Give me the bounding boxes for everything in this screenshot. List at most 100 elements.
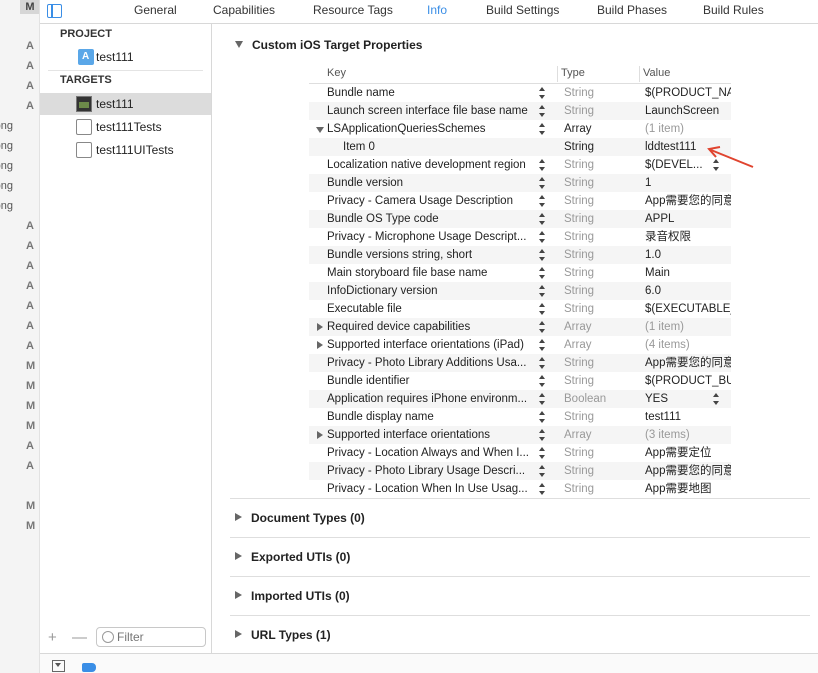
plist-row[interactable]: Item 0 String lddtest111 [309, 138, 731, 156]
plist-row[interactable]: Privacy - Location When In Use Usag... St… [309, 480, 731, 498]
file-strip-row[interactable]: A [0, 216, 39, 236]
plist-value[interactable]: App需要您的同意 [645, 354, 731, 372]
file-strip-row[interactable]: M [0, 496, 39, 516]
exported-utis-header[interactable]: Exported UTIs (0) [235, 550, 350, 564]
key-popup-chevron-icon[interactable] [539, 231, 547, 243]
plist-row[interactable]: Supported interface orientations Array (3 … [309, 426, 731, 444]
plist-row[interactable]: Bundle display name String test111 [309, 408, 731, 426]
plist-type[interactable]: String [564, 264, 594, 282]
add-target-button[interactable]: + [48, 629, 57, 646]
file-strip-row[interactable]: M [0, 356, 39, 376]
plist-row[interactable]: Bundle name String $(PRODUCT_NA [309, 84, 731, 102]
url-types-header[interactable]: URL Types (1) [235, 628, 331, 642]
plist-type[interactable]: String [564, 354, 594, 372]
key-popup-chevron-icon[interactable] [539, 447, 547, 459]
disclosure-closed-icon[interactable] [317, 323, 323, 331]
plist-row[interactable]: Application requires iPhone environm... B… [309, 390, 731, 408]
plist-row[interactable]: Localization native development region St… [309, 156, 731, 174]
file-strip-row[interactable]: A [0, 316, 39, 336]
key-popup-chevron-icon[interactable] [539, 465, 547, 477]
plist-type[interactable]: String [564, 300, 594, 318]
plist-type[interactable]: String [564, 480, 594, 498]
value-popup-chevron-icon[interactable] [713, 393, 721, 405]
file-strip-row[interactable]: A [0, 96, 39, 116]
plist-value[interactable]: $(EXECUTABLE_ [645, 300, 731, 318]
key-popup-chevron-icon[interactable] [539, 267, 547, 279]
file-strip-row[interactable]: A [0, 56, 39, 76]
plist-row[interactable]: Launch screen interface file base name St… [309, 102, 731, 120]
file-strip-row[interactable]: A [0, 296, 39, 316]
key-popup-chevron-icon[interactable] [539, 303, 547, 315]
file-strip-row[interactable]: M [0, 516, 39, 536]
key-popup-chevron-icon[interactable] [539, 87, 547, 99]
sidebar-item-target-uitests[interactable]: test111UITests [40, 139, 211, 161]
plist-row[interactable]: Bundle version String 1 [309, 174, 731, 192]
plist-value[interactable]: test111 [645, 408, 731, 426]
plist-type[interactable]: String [564, 246, 594, 264]
key-popup-chevron-icon[interactable] [539, 249, 547, 261]
file-strip-row[interactable]: 5.png [0, 156, 39, 176]
hide-debug-area-icon[interactable] [52, 660, 65, 672]
key-popup-chevron-icon[interactable] [539, 321, 547, 333]
plist-type[interactable]: String [564, 282, 594, 300]
tab-build-phases[interactable]: Build Phases [597, 3, 667, 17]
plist-type[interactable]: String [564, 102, 594, 120]
plist-value[interactable]: (1 item) [645, 318, 731, 336]
plist-row[interactable]: Privacy - Photo Library Additions Usa...… [309, 354, 731, 372]
plist-value[interactable]: $(PRODUCT_BU [645, 372, 731, 390]
filter-field[interactable] [96, 627, 206, 647]
plist-value[interactable]: (1 item) [645, 120, 731, 138]
plist-row[interactable]: Supported interface orientations (iPad) A… [309, 336, 731, 354]
key-popup-chevron-icon[interactable] [539, 159, 547, 171]
file-strip-row[interactable]: M [0, 416, 39, 436]
plist-value[interactable]: 6.0 [645, 282, 731, 300]
plist-row[interactable]: Privacy - Photo Library Usage Descri... S… [309, 462, 731, 480]
custom-properties-header[interactable]: Custom iOS Target Properties [235, 38, 422, 52]
key-popup-chevron-icon[interactable] [539, 393, 547, 405]
remove-target-button[interactable]: — [72, 629, 87, 646]
document-types-header[interactable]: Document Types (0) [235, 511, 365, 525]
plist-type[interactable]: String [564, 228, 594, 246]
plist-type[interactable]: Array [564, 426, 591, 444]
file-strip-row[interactable]: M [0, 376, 39, 396]
key-popup-chevron-icon[interactable] [539, 429, 547, 441]
key-popup-chevron-icon[interactable] [539, 123, 547, 135]
file-strip-row[interactable]: A [0, 336, 39, 356]
filter-input[interactable] [117, 630, 201, 644]
file-strip-row[interactable]: A [0, 256, 39, 276]
plist-value[interactable]: 1 [645, 174, 731, 192]
key-popup-chevron-icon[interactable] [539, 105, 547, 117]
file-strip-row[interactable]: A [0, 276, 39, 296]
sidebar-item-project[interactable]: test111 [40, 46, 211, 68]
plist-value[interactable]: (4 items) [645, 336, 731, 354]
key-popup-chevron-icon[interactable] [539, 411, 547, 423]
plist-row[interactable]: Bundle identifier String $(PRODUCT_BU [309, 372, 731, 390]
plist-type[interactable]: String [564, 174, 594, 192]
plist-type[interactable]: String [564, 462, 594, 480]
plist-row[interactable]: LSApplicationQueriesSchemes Array (1 item) [309, 120, 731, 138]
plist-value[interactable]: (3 items) [645, 426, 731, 444]
tab-capabilities[interactable]: Capabilities [213, 3, 275, 17]
plist-type[interactable]: Array [564, 336, 591, 354]
plist-value[interactable]: Main [645, 264, 731, 282]
plist-row[interactable]: Executable file String $(EXECUTABLE_ [309, 300, 731, 318]
breakpoint-toggle-icon[interactable] [82, 663, 96, 672]
plist-value[interactable]: App需要地图 [645, 480, 731, 498]
disclosure-open-icon[interactable] [316, 127, 324, 133]
plist-type[interactable]: String [564, 84, 594, 102]
plist-row[interactable]: Main storyboard file base name String Main [309, 264, 731, 282]
plist-type[interactable]: Boolean [564, 390, 606, 408]
file-strip-row[interactable]: A [0, 76, 39, 96]
plist-row[interactable]: Privacy - Camera Usage Description String… [309, 192, 731, 210]
tab-general[interactable]: General [134, 3, 177, 17]
key-popup-chevron-icon[interactable] [539, 213, 547, 225]
key-popup-chevron-icon[interactable] [539, 339, 547, 351]
key-popup-chevron-icon[interactable] [539, 483, 547, 495]
plist-row[interactable]: Bundle OS Type code String APPL [309, 210, 731, 228]
imported-utis-header[interactable]: Imported UTIs (0) [235, 589, 350, 603]
plist-value[interactable]: App需要您的同意 [645, 462, 731, 480]
plist-row[interactable]: Required device capabilities Array (1 item… [309, 318, 731, 336]
plist-value[interactable]: APPL [645, 210, 731, 228]
plist-type[interactable]: String [564, 192, 594, 210]
plist-value[interactable]: App需要您的同意 [645, 192, 731, 210]
